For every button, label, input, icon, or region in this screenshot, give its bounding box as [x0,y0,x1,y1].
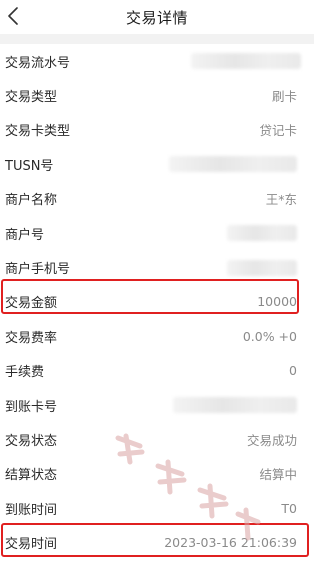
row-merchant-number: 商户号 [0,216,314,250]
row-value: 10000 [257,294,297,310]
row-arrival-time: 到账时间 T0 [0,491,314,525]
chevron-left-icon [8,7,18,25]
row-label: 交易费率 [5,330,58,346]
row-transaction-rate: 交易费率 0.0% +0 [0,319,314,353]
row-label: 交易状态 [5,433,58,449]
row-label: 交易类型 [5,90,58,106]
row-label: 结算状态 [5,468,58,484]
row-label: 到账时间 [5,502,58,518]
row-transaction-status: 交易状态 交易成功 [0,422,314,456]
transaction-detail-list: 交易流水号 交易类型 刷卡 交易卡类型 贷记卡 TUSN号 商户名称 王*东 商… [0,44,314,560]
header-separator [0,34,314,44]
row-receiving-card: 到账卡号 [0,388,314,422]
row-label: 商户手机号 [5,262,71,278]
navigation-bar: 交易详情 [0,0,314,34]
row-label: 商户名称 [5,193,58,209]
row-card-type: 交易卡类型 贷记卡 [0,113,314,147]
row-transaction-amount: 交易金额 10000 [0,285,314,319]
row-merchant-name: 商户名称 王*东 [0,182,314,216]
row-label: 手续费 [5,365,45,381]
row-label: 交易卡类型 [5,124,71,140]
redacted-value [227,225,297,242]
page-title: 交易详情 [125,8,188,27]
row-value: 刷卡 [271,89,297,105]
redacted-value [169,156,297,173]
row-value: 0.0% +0 [242,328,297,344]
row-transaction-time: 交易时间 2023-03-16 21:06:39 [0,525,314,559]
row-label: 交易流水号 [5,55,71,71]
row-transaction-type: 交易类型 刷卡 [0,78,314,112]
row-value: 交易成功 [246,432,297,448]
row-value: 2023-03-16 21:06:39 [164,535,297,551]
row-tusn: TUSN号 [0,147,314,181]
row-value: 结算中 [259,467,297,483]
row-settlement-status: 结算状态 结算中 [0,457,314,491]
row-label: TUSN号 [5,158,54,174]
row-value: 0 [289,363,297,379]
row-label: 到账卡号 [5,399,58,415]
redacted-value [191,53,301,70]
row-label: 交易时间 [5,537,58,553]
row-merchant-phone: 商户手机号 [0,250,314,284]
redacted-value [173,397,297,414]
back-button[interactable] [2,4,24,28]
redacted-value [227,259,297,276]
row-label: 商户号 [5,227,45,243]
row-service-fee: 手续费 0 [0,354,314,388]
row-value: T0 [281,500,297,516]
row-value: 贷记卡 [259,123,297,139]
row-value: 王*东 [265,192,297,208]
row-label: 交易金额 [5,296,58,312]
row-transaction-serial: 交易流水号 [0,44,314,78]
